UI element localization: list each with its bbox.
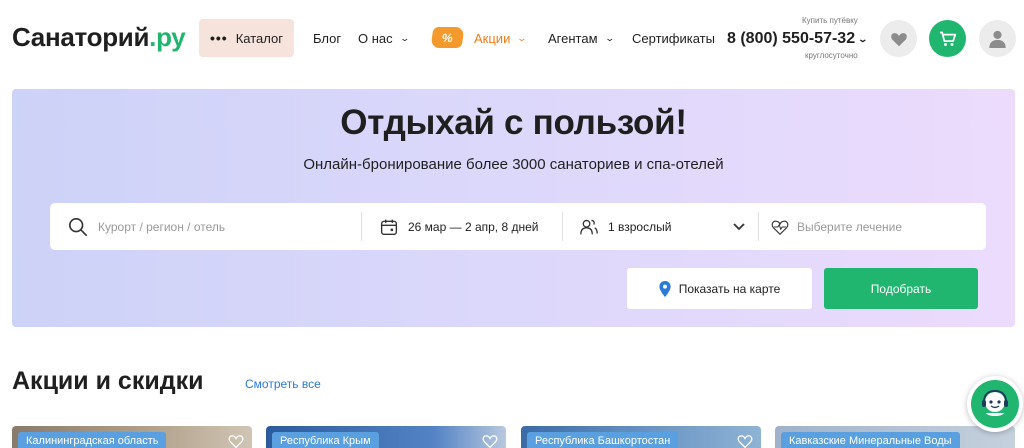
cart-icon — [939, 31, 956, 46]
nav-agents-label: Агентам — [548, 31, 598, 46]
chevron-down-icon: ⌄ — [857, 33, 869, 44]
pick-button[interactable]: Подобрать — [824, 268, 978, 309]
promo-card[interactable]: Кавказские Минеральные Воды — [775, 426, 1015, 448]
phone-label: 8 (800) 550-57-32 — [727, 30, 856, 47]
calendar-icon — [380, 219, 398, 235]
promo-card[interactable]: Республика Башкортостан — [521, 426, 761, 448]
divider — [562, 212, 563, 241]
heartbeat-icon — [771, 220, 789, 235]
nav-promo-label: Акции — [474, 31, 511, 46]
see-all-link[interactable]: Смотреть все — [245, 377, 321, 391]
heart-icon — [890, 32, 907, 46]
heart-icon[interactable] — [737, 434, 753, 448]
nav-agents[interactable]: Агентам ⌄ — [548, 31, 615, 46]
promo-badge[interactable]: % — [430, 27, 465, 48]
hero-subtitle: Онлайн-бронирование более 3000 санаторие… — [303, 156, 724, 173]
show-map-label: Показать на карте — [678, 281, 781, 296]
chat-widget-inner — [971, 380, 1019, 428]
divider — [758, 212, 759, 241]
dates-value: 26 мар — 2 апр, 8 дней — [408, 219, 539, 234]
chevron-down-icon: ⌄ — [604, 33, 615, 43]
catalog-label: Каталог — [235, 30, 283, 46]
chevron-down-icon — [733, 222, 745, 230]
region-tag: Кавказские Минеральные Воды — [781, 432, 960, 448]
phone-number[interactable]: 8 (800) 550-57-32 ⌄ — [727, 30, 869, 48]
promo-badge-label: % — [441, 30, 454, 45]
region-tag: Республика Крым — [272, 432, 379, 448]
catalog-button[interactable]: ••• Каталог — [199, 19, 294, 57]
logo-main: Санаторий — [12, 22, 150, 52]
dates-field[interactable]: 26 мар — 2 апр, 8 дней — [380, 203, 560, 250]
chevron-down-icon: ⌄ — [399, 33, 410, 43]
show-map-button[interactable]: Показать на карте — [627, 268, 812, 309]
logo-suffix: .ру — [149, 22, 186, 52]
guests-dropdown[interactable] — [733, 203, 747, 250]
phone-hours: круглосуточно — [805, 51, 858, 60]
chat-operator-icon — [982, 389, 1008, 416]
dots-icon: ••• — [210, 30, 228, 46]
search-icon — [69, 217, 87, 236]
guests-field[interactable]: 1 взрослый — [580, 203, 750, 250]
promo-card[interactable]: Калининградская область — [12, 426, 252, 448]
phone-caption: Купить путёвку — [802, 16, 858, 25]
nav-certificates-label: Сертификаты — [632, 31, 715, 46]
promo-card[interactable]: Республика Крым — [266, 426, 506, 448]
site-header: Санаторий.ру ••• Каталог Блог О нас ⌄ % А… — [0, 0, 1024, 80]
guests-icon — [580, 219, 598, 234]
nav-about-label: О нас — [358, 31, 393, 46]
guests-value: 1 взрослый — [608, 219, 672, 234]
nav-about[interactable]: О нас ⌄ — [358, 31, 410, 46]
map-pin-icon — [659, 280, 671, 297]
search-bar: Курорт / регион / отель 26 мар — 2 апр, … — [50, 203, 986, 250]
heart-icon[interactable] — [228, 434, 244, 448]
chevron-down-icon: ⌄ — [516, 33, 528, 43]
logo[interactable]: Санаторий.ру — [12, 22, 186, 53]
page: Санаторий.ру ••• Каталог Блог О нас ⌄ % А… — [0, 0, 1024, 448]
region-tag: Республика Башкортостан — [527, 432, 679, 448]
section-title: Акции и скидки — [12, 367, 204, 395]
place-field[interactable]: Курорт / регион / отель — [68, 203, 358, 250]
nav-certificates[interactable]: Сертификаты — [632, 31, 715, 46]
hero-title: Отдыхай с пользой! — [340, 103, 687, 142]
cart-button[interactable] — [929, 20, 966, 57]
pick-label: Подобрать — [870, 281, 932, 296]
heart-icon[interactable] — [482, 434, 498, 448]
user-icon — [989, 30, 1006, 48]
nav-blog-label: Блог — [313, 31, 342, 46]
nav-promo[interactable]: Акции ⌄ — [474, 31, 528, 46]
divider — [361, 212, 362, 241]
nav-blog[interactable]: Блог — [313, 31, 341, 46]
favorites-button[interactable] — [880, 20, 917, 57]
chat-widget-button[interactable] — [967, 376, 1023, 432]
place-placeholder: Курорт / регион / отель — [98, 219, 226, 234]
region-tag: Калининградская область — [18, 432, 167, 448]
user-button[interactable] — [979, 20, 1016, 57]
treatment-placeholder: Выберите лечение — [797, 219, 902, 234]
treatment-field[interactable]: Выберите лечение — [771, 203, 971, 250]
